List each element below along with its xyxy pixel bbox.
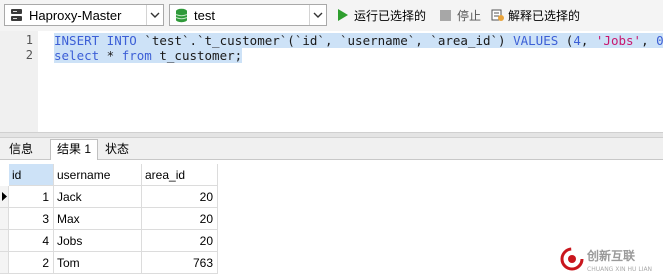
database-icon [174,8,189,23]
sql-punct: , [641,33,657,48]
explain-icon [491,9,504,21]
stop-button[interactable]: 停止 [439,7,481,24]
play-icon [338,9,348,21]
row-header[interactable] [0,208,9,230]
table-cell[interactable]: Max [54,208,142,230]
sql-identifiers: t_customer; [151,48,243,63]
row-header[interactable] [0,252,9,274]
table-cell[interactable]: Jobs [54,230,142,252]
current-row-indicator[interactable] [0,186,9,208]
sql-punct: ( [558,33,574,48]
sql-number: 4 [573,33,581,48]
explain-selected-label: 解释已选择的 [508,9,581,23]
sql-punct: * [99,48,122,63]
watermark-name: 创新互联 [586,248,635,263]
sql-keyword: INSERT INTO [54,33,137,48]
table-cell[interactable]: Tom [54,252,142,274]
table-cell[interactable]: 3 [9,208,54,230]
sql-punct: , [580,33,596,48]
stop-icon [440,10,451,21]
code-line-2[interactable]: select * from t_customer; [54,48,243,63]
connection-name: Haproxy-Master [29,8,122,23]
tab-info[interactable]: 信息 [3,140,39,159]
tab-result-1[interactable]: 结果 1 [50,139,99,160]
stop-label: 停止 [457,9,482,23]
line-number-gutter: 1 2 [0,31,38,132]
chevron-down-icon[interactable] [309,5,326,25]
run-selected-label: 运行已选择的 [354,9,427,23]
code-line-1[interactable]: INSERT INTO `test`.`t_customer`(`id`, `u… [54,33,663,48]
sql-editor[interactable]: 1 2 INSERT INTO `test`.`t_customer`(`id`… [0,31,663,132]
sql-keyword: from [121,48,152,63]
table-cell[interactable]: 2 [9,252,54,274]
column-header-username[interactable]: username [54,164,142,186]
run-selected-button[interactable]: 运行已选择的 [336,7,426,24]
sql-number: 020 [656,33,663,48]
column-header-area-id[interactable]: area_id [142,164,218,186]
toolbar: Haproxy-Master test 运行已选择的 停止 解释已选择的 [0,0,663,31]
line-number: 1 [25,33,33,47]
brand-logo-icon: 创新互联 CHUANG XIN HU LIAN [560,247,652,273]
watermark-logo: 创新互联 CHUANG XIN HU LIAN [560,244,663,274]
explain-selected-button[interactable]: 解释已选择的 [491,7,580,24]
sql-string: 'Jobs' [595,33,642,48]
column-header-id[interactable]: id [9,164,54,186]
watermark-subtitle: CHUANG XIN HU LIAN [587,266,652,273]
result-tabs: 信息 结果 1 状态 [0,138,663,160]
sql-keyword: VALUES [513,33,559,48]
sql-identifiers: `test`.`t_customer`(`id`, `username`, `a… [136,33,514,48]
row-pointer-icon [2,192,7,201]
connection-select[interactable]: Haproxy-Master [4,4,164,26]
sql-keyword: select [54,48,100,63]
database-name: test [194,8,215,23]
tab-status[interactable]: 状态 [99,140,135,159]
line-number: 2 [25,48,33,62]
database-select[interactable]: test [169,4,327,26]
table-cell[interactable]: 1 [9,186,54,208]
table-cell[interactable]: 20 [142,230,218,252]
table-cell[interactable]: Jack [54,186,142,208]
table-cell[interactable]: 20 [142,186,218,208]
table-cell[interactable]: 763 [142,252,218,274]
server-icon [9,8,24,23]
chevron-down-icon[interactable] [146,5,163,25]
table-cell[interactable]: 20 [142,208,218,230]
table-cell[interactable]: 4 [9,230,54,252]
row-header[interactable] [0,230,9,252]
